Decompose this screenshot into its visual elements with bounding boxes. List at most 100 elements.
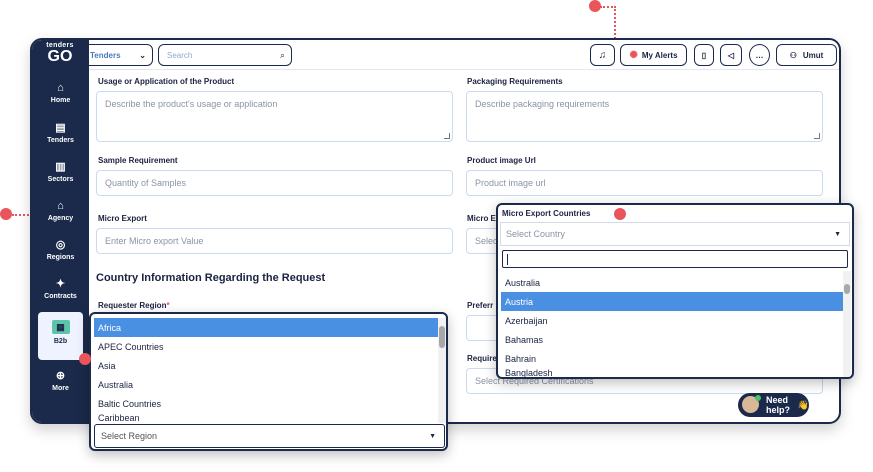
country-search-input[interactable] [502, 250, 848, 268]
sample-label: Sample Requirement [98, 156, 178, 165]
country-select-placeholder: Select Country [506, 229, 566, 239]
bookmark-button[interactable]: ▯ [694, 44, 714, 66]
region-scrollbar[interactable] [438, 318, 446, 423]
micro-export-placeholder: Enter Micro export Value [105, 236, 204, 246]
usage-label: Usage or Application of the Product [98, 77, 235, 86]
announcement-button[interactable]: ◁ [720, 44, 742, 66]
sidebar-item-b2b[interactable]: ▦ B2b [38, 312, 83, 360]
preferred-label: Preferr [467, 301, 494, 310]
sidebar-item-tenders[interactable]: ▤ Tenders [32, 122, 89, 144]
search-box[interactable]: Search ⌕ [158, 44, 292, 66]
country-option[interactable]: Bangladesh [501, 368, 843, 377]
usage-textarea[interactable]: Describe the product's usage or applicat… [96, 91, 453, 142]
micro-countries-label: Micro E [467, 214, 496, 223]
need-help-button[interactable]: Need help? 👋 [738, 393, 809, 417]
requester-region-label-text: Requester Region [98, 301, 167, 310]
agency-icon: ⌂ [57, 200, 64, 212]
region-dropdown-popup: Africa APEC Countries Asia Australia Bal… [89, 312, 448, 451]
tenders-icon: ▤ [55, 122, 66, 134]
required-mark: * [166, 301, 170, 310]
resize-grip-icon[interactable] [814, 133, 820, 139]
annotation-dot-country [614, 208, 626, 220]
country-option[interactable]: Azerbaijan [501, 311, 843, 330]
section-title: Country Information Regarding the Reques… [96, 272, 326, 284]
country-option-label: Bahamas [505, 334, 544, 345]
country-option[interactable]: Bahrain [501, 349, 843, 368]
category-dropdown[interactable]: Tenders ⌄ [81, 44, 153, 66]
country-option[interactable]: Bahamas [501, 330, 843, 349]
caret-down-icon: ▼ [429, 432, 436, 440]
notification-button[interactable]: ♫ [590, 44, 615, 66]
region-option[interactable]: APEC Countries [94, 337, 438, 356]
sidebar-item-label: B2b [53, 338, 68, 345]
sample-input[interactable]: Quantity of Samples [96, 170, 453, 196]
sidebar-item-regions[interactable]: ◎ Regions [32, 239, 89, 261]
contracts-icon: ✦ [55, 278, 66, 290]
country-select[interactable]: Select Country ▼ [500, 222, 850, 246]
sidebar-item-contracts[interactable]: ✦ Contracts [32, 278, 89, 300]
country-option[interactable]: Austria [501, 292, 843, 311]
country-option-label: Australia [505, 277, 541, 288]
b2b-icon: ▦ [51, 320, 70, 334]
scrollbar-thumb[interactable] [844, 284, 850, 294]
micro-countries-value: Selec [475, 236, 498, 246]
sidebar-item-home[interactable]: ⌂ Home [32, 82, 89, 104]
need-help-label: Need help? [766, 395, 790, 415]
image-url-placeholder: Product image url [475, 178, 546, 188]
region-option[interactable]: Caribbean [94, 413, 438, 423]
sidebar-item-agency[interactable]: ⌂ Agency [32, 200, 89, 222]
region-option-label: Australia [98, 379, 134, 390]
sidebar-item-label: Sectors [47, 176, 74, 183]
sidebar-item-more[interactable]: ⊕ More [32, 370, 89, 392]
online-status-icon [755, 395, 761, 401]
chat-button[interactable]: … [749, 44, 770, 66]
search-icon: ⌕ [279, 49, 285, 60]
megaphone-icon: ◁ [727, 50, 735, 60]
country-option-label: Azerbaijan [505, 315, 548, 326]
sidebar-item-sectors[interactable]: ▥ Sectors [32, 161, 89, 183]
top-bar: Tenders ⌄ Search ⌕ ♫ ✺ My Alerts ▯ ◁ … ⚇… [81, 40, 839, 70]
chat-icon: … [755, 50, 764, 60]
image-url-input[interactable]: Product image url [466, 170, 823, 196]
requester-region-label: Requester Region* [98, 301, 170, 310]
region-select[interactable]: Select Region ▼ [94, 424, 445, 448]
packaging-textarea[interactable]: Describe packaging requirements [466, 91, 823, 142]
region-option[interactable]: Asia [94, 356, 438, 375]
user-menu-button[interactable]: ⚇ Umut [776, 44, 837, 66]
sidebar-item-label: Home [50, 97, 71, 104]
my-alerts-button[interactable]: ✺ My Alerts [620, 44, 687, 66]
sidebar-item-label: Tenders [47, 137, 74, 144]
regions-icon: ◎ [55, 239, 66, 251]
resize-grip-icon[interactable] [444, 133, 450, 139]
sidebar-item-label: Regions [46, 254, 75, 261]
annotation-dot-region [79, 353, 91, 365]
region-option[interactable]: Baltic Countries [94, 394, 438, 413]
region-option[interactable]: Africa [94, 318, 438, 337]
home-icon: ⌂ [57, 82, 64, 94]
country-option-label: Bangladesh [505, 368, 553, 377]
chevron-down-icon: ⌄ [139, 50, 146, 60]
search-input[interactable]: Search [167, 51, 192, 60]
caret-down-icon: ▼ [834, 230, 841, 238]
category-dropdown-value: Tenders [90, 50, 121, 60]
country-dropdown-title: Micro Export Countries [502, 209, 591, 218]
sidebar-item-label: Agency [47, 215, 74, 222]
bookmark-icon: ▯ [701, 50, 707, 60]
micro-export-label: Micro Export [98, 214, 147, 223]
sidebar: tenders GO ⌂ Home ▤ Tenders ▥ Sectors ⌂ Agen… [32, 40, 89, 422]
country-option[interactable]: Australia [501, 273, 843, 292]
packaging-label: Packaging Requirements [467, 77, 563, 86]
sidebar-item-label: More [52, 385, 69, 392]
region-option-label: Africa [98, 322, 122, 333]
region-option[interactable]: Australia [94, 375, 438, 394]
region-option-label: APEC Countries [98, 341, 164, 352]
scrollbar-thumb[interactable] [439, 326, 445, 348]
region-option-label: Caribbean [98, 413, 140, 423]
user-icon: ⚇ [789, 50, 797, 60]
country-scrollbar[interactable] [843, 271, 851, 377]
text-cursor [507, 253, 508, 265]
usage-placeholder: Describe the product's usage or applicat… [105, 99, 278, 109]
wave-icon: 👋 [797, 399, 809, 410]
micro-export-input[interactable]: Enter Micro export Value [96, 228, 453, 254]
my-alerts-label: My Alerts [641, 50, 678, 60]
